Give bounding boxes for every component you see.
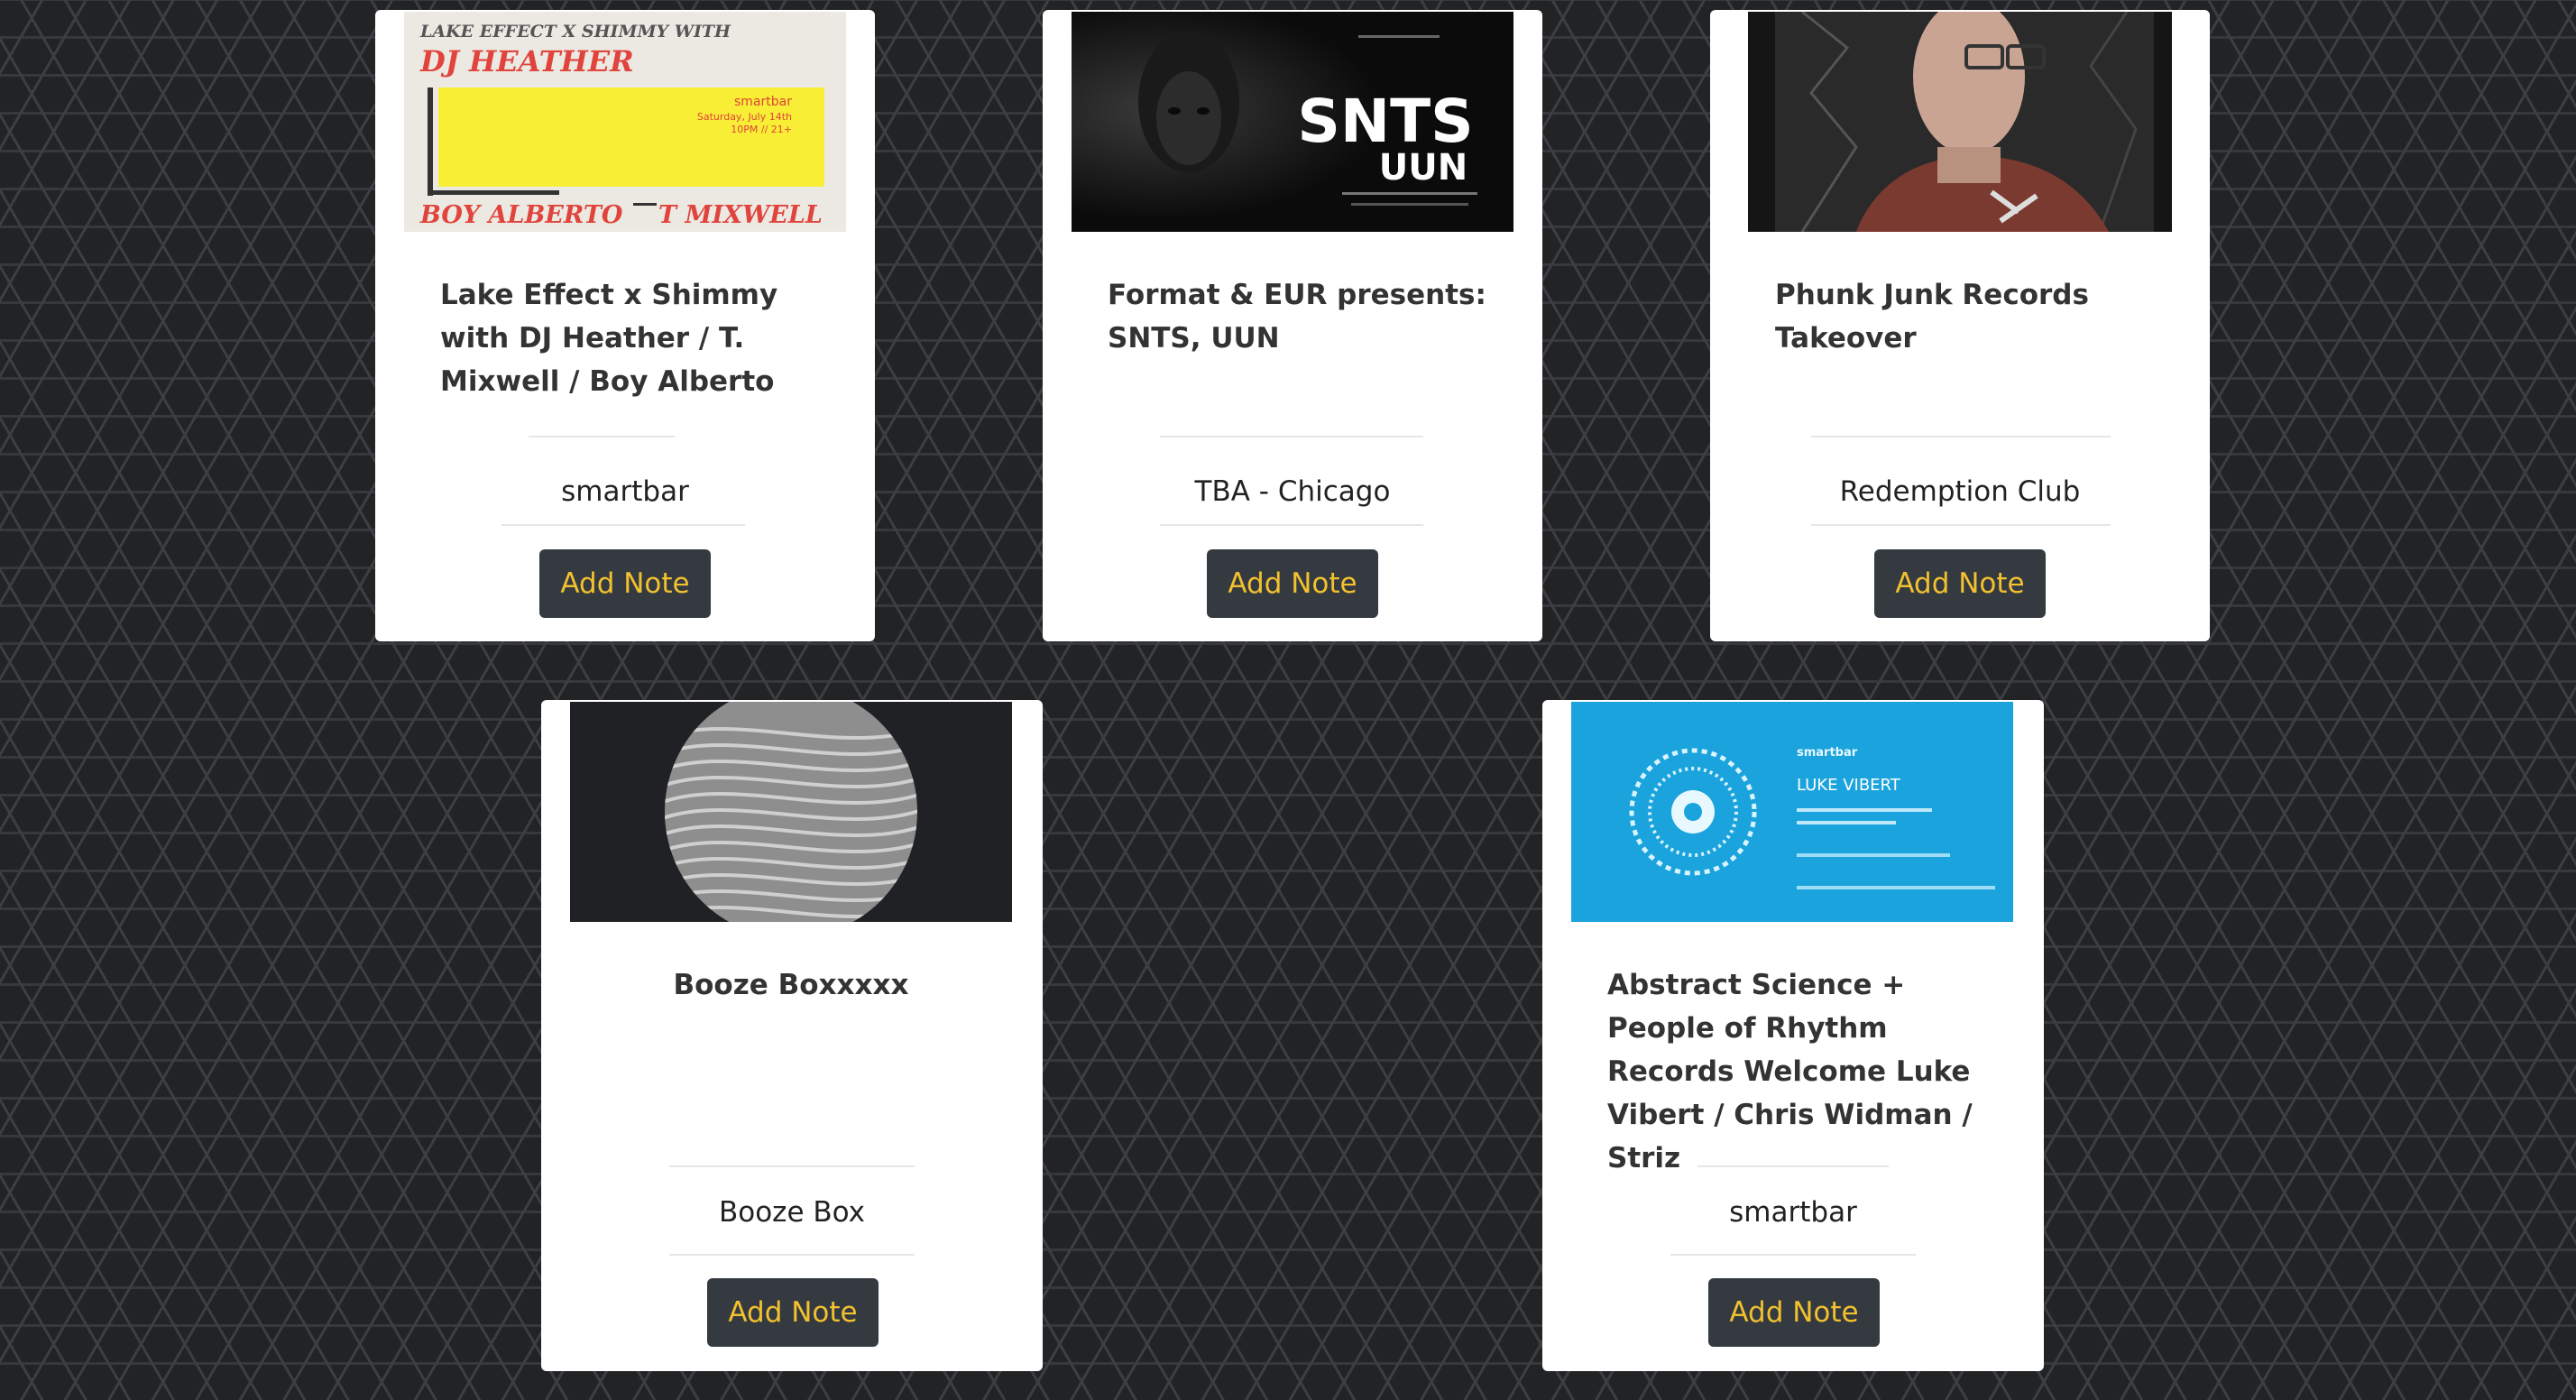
divider	[669, 1165, 915, 1167]
divider	[1811, 436, 2111, 438]
poster-top-line: LAKE EFFECT X SHIMMY WITH	[419, 22, 731, 41]
event-card: SNTS UUN Format & EUR presents: SNTS, UU…	[1043, 10, 1542, 641]
poster-bottom-right: T MIXWELL	[658, 201, 823, 229]
poster-venue: smartbar	[734, 95, 792, 109]
poster-phunk-junk	[1748, 12, 2172, 232]
divider	[529, 436, 675, 438]
add-note-button[interactable]: Add Note	[539, 549, 711, 618]
event-poster-image	[570, 702, 1012, 922]
poster-date: Saturday, July 14th	[697, 111, 792, 123]
event-venue: Booze Box	[718, 1196, 866, 1229]
event-title: Abstract Science + People of Rhythm Reco…	[1607, 969, 1973, 1174]
event-title: Phunk Junk Records Takeover	[1775, 279, 2089, 355]
poster-line2: UUN	[1379, 147, 1467, 189]
divider	[1811, 524, 2111, 526]
divider	[1670, 1254, 1916, 1256]
event-title: Format & EUR presents: SNTS, UUN	[1108, 279, 1486, 355]
event-venue: Redemption Club	[1839, 475, 2081, 508]
divider	[669, 1254, 915, 1256]
event-card: LAKE EFFECT X SHIMMY WITH DJ HEATHER sma…	[375, 10, 875, 641]
event-poster-image	[1748, 12, 2172, 232]
poster-snts-uun: SNTS UUN	[1072, 12, 1513, 232]
add-note-button[interactable]: Add Note	[1708, 1278, 1880, 1347]
poster-time: 10PM // 21+	[731, 124, 792, 135]
poster-line1: SNTS	[1297, 87, 1473, 156]
add-note-button[interactable]: Add Note	[1207, 549, 1378, 618]
poster-headliner: DJ HEATHER	[419, 44, 634, 78]
event-poster-image: LAKE EFFECT X SHIMMY WITH DJ HEATHER sma…	[404, 12, 846, 232]
event-title: Lake Effect x Shimmy with DJ Heather / T…	[440, 279, 778, 398]
poster-booze-box	[570, 702, 1012, 922]
add-note-button[interactable]: Add Note	[707, 1278, 879, 1347]
event-venue: smartbar	[561, 475, 689, 508]
poster-headliner: LUKE VIBERT	[1797, 776, 1901, 795]
poster-luke-vibert: smartbar LUKE VIBERT	[1571, 702, 2013, 922]
event-card: Phunk Junk Records Takeover Redemption C…	[1710, 10, 2210, 641]
poster-bottom-left: BOY ALBERTO	[419, 201, 623, 229]
event-card: smartbar LUKE VIBERT Abstract Science + …	[1542, 700, 2044, 1371]
divider	[501, 524, 745, 526]
divider	[1160, 524, 1423, 526]
add-note-button[interactable]: Add Note	[1874, 549, 2046, 618]
divider	[1697, 1165, 1889, 1167]
poster-lake-effect: LAKE EFFECT X SHIMMY WITH DJ HEATHER sma…	[404, 12, 846, 232]
event-venue: smartbar	[1729, 1196, 1857, 1229]
divider	[1160, 436, 1423, 438]
event-title: Booze Boxxxxx	[673, 969, 909, 1001]
poster-brand: smartbar	[1797, 746, 1858, 760]
event-venue: TBA - Chicago	[1194, 475, 1391, 508]
event-card: Booze Boxxxxx Booze Box Add Note	[541, 700, 1043, 1371]
event-poster-image: SNTS UUN	[1072, 12, 1513, 232]
event-poster-image: smartbar LUKE VIBERT	[1571, 702, 2013, 922]
